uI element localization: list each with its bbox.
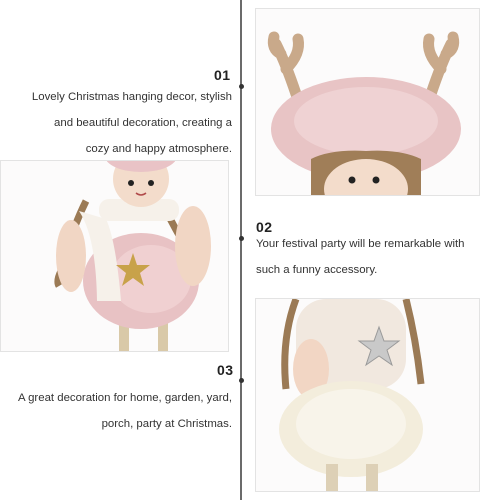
pink-angel-doll-photo [0,160,229,352]
timeline-line [240,0,242,500]
antler-doll-illustration [256,9,479,195]
section-01-line-1: Lovely Christmas hanging decor, stylish [31,91,232,103]
pink-doll-illustration [1,161,228,351]
antler-hat-doll-photo [255,8,480,196]
section-number-01: 01 [214,67,231,83]
white-angel-doll-photo [255,298,480,492]
section-02-line-2: such a funny accessory. [256,264,378,276]
section-01-line-3: cozy and happy atmosphere. [85,143,232,155]
section-03-line-1: A great decoration for home, garden, yar… [17,392,232,404]
timeline-dot-01 [239,84,244,89]
section-03-description: A great decoration for home, garden, yar… [0,385,232,437]
section-02-description: Your festival party will be remarkable w… [256,231,482,283]
white-doll-illustration [256,299,479,491]
section-01-description: Lovely Christmas hanging decor, stylish … [7,84,232,162]
timeline-dot-03 [239,378,244,383]
timeline-dot-02 [239,236,244,241]
section-03-line-2: porch, party at Christmas. [101,418,232,430]
section-number-03: 03 [217,362,234,378]
section-01-line-2: and beautiful decoration, creating a [54,117,232,129]
section-02-line-1: Your festival party will be remarkable w… [256,238,465,250]
